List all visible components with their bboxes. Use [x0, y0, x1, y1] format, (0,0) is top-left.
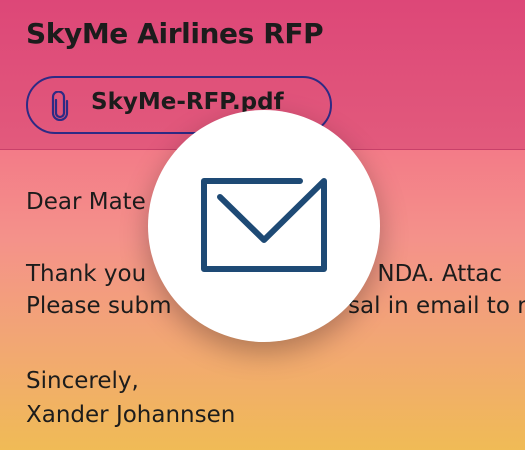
body-line-1: Thank you [26, 261, 147, 287]
paperclip-icon [50, 90, 70, 122]
closing-text: Sincerely, [26, 368, 139, 394]
mail-overlay-badge [148, 110, 380, 342]
body-line-2-right: sal in email to r [348, 293, 525, 319]
body-line-2: Please subm [26, 293, 172, 319]
email-view: SkyMe Airlines RFP SkyMe-RFP.pdf Dear Ma… [0, 0, 525, 450]
greeting-text: Dear Mate [26, 189, 146, 215]
signature-text: Xander Johannsen [26, 402, 236, 428]
envelope-icon [201, 178, 327, 272]
email-subject: SkyMe Airlines RFP [26, 17, 324, 50]
